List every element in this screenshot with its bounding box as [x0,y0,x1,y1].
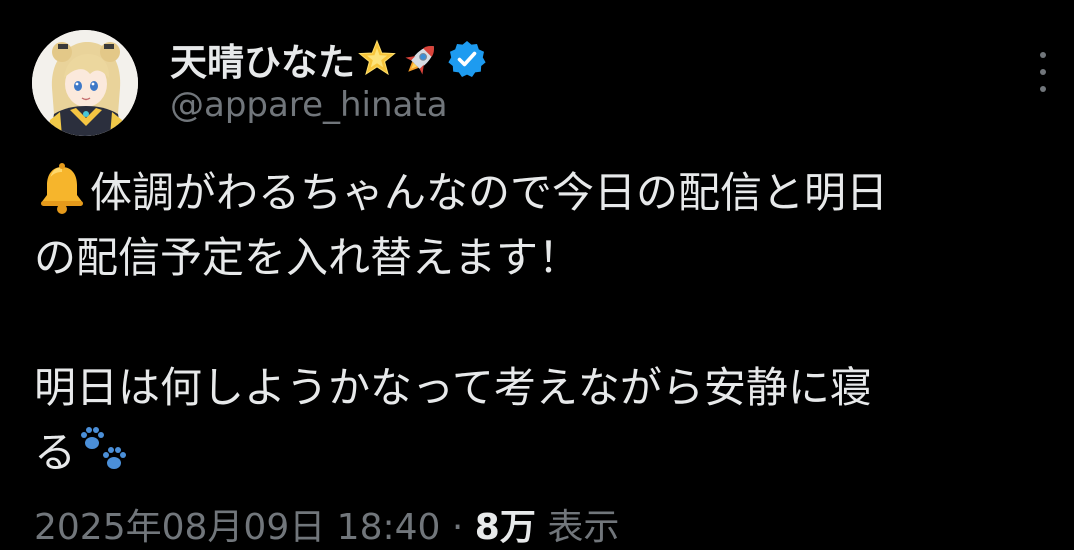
post-meta: 2025年08月09日 18:40 · 8万 表示 [34,498,619,550]
paw-prints-icon [76,421,132,477]
post-blank-line [34,290,1054,355]
views-label: 表示 [547,507,620,548]
display-name[interactable]: 天晴ひなた [170,32,355,86]
post-line-3: 明日は何しようかなって考えながら安静に寝 [34,363,872,412]
more-options-icon[interactable] [1030,52,1056,92]
post-timestamp[interactable]: 2025年08月09日 18:40 [34,507,440,548]
bell-icon [34,161,90,217]
post-line-4: る [34,420,1054,485]
author-handle[interactable]: @appare_hinata [170,85,448,125]
meta-separator: · [451,507,464,548]
avatar[interactable] [32,30,138,136]
views-count: 8万 [474,507,536,548]
post-line-2: の配信予定を入れ替えます！ [34,233,581,282]
post-text: 体調がわるちゃんなので今日の配信と明日 の配信予定を入れ替えます！ 明日は何しよ… [34,160,1054,485]
post-line-1: 体調がわるちゃんなので今日の配信と明日 [34,160,1054,225]
verified-badge-icon[interactable] [447,39,487,79]
glowing-star-icon [355,37,399,81]
rocket-icon [399,37,443,81]
author-name-row[interactable]: 天晴ひなた [170,34,487,84]
tweet: 天晴ひなた @appare_hinata 体調がわるちゃんなので今日の配信と明日… [0,0,1074,548]
